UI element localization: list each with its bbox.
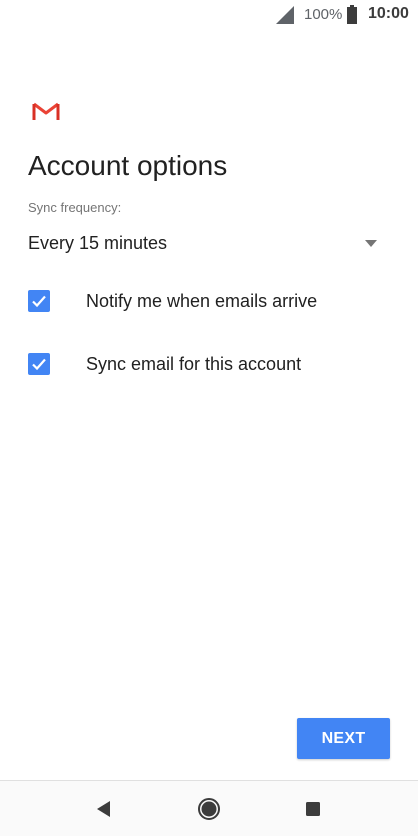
sync-email-option-row[interactable]: Sync email for this account <box>28 350 380 380</box>
nav-bar <box>0 781 418 836</box>
gmail-logo-icon <box>32 102 60 120</box>
sync-email-checkbox[interactable] <box>28 353 50 375</box>
notify-label: Notify me when emails arrive <box>86 291 318 311</box>
signal-icon <box>276 6 294 24</box>
sync-frequency-select[interactable]: Every 15 minutes <box>28 230 380 258</box>
checkmark-icon <box>32 295 46 308</box>
sync-frequency-value: Every 15 minutes <box>28 233 168 253</box>
home-icon[interactable] <box>194 794 224 824</box>
notify-checkbox[interactable] <box>28 290 50 312</box>
status-bar: 100% 10:00 <box>0 0 418 30</box>
page-title: Account options <box>28 150 228 181</box>
next-button[interactable]: NEXT <box>297 718 390 759</box>
checkmark-icon <box>32 358 46 371</box>
screen: 100% 10:00 Account options Sync frequenc… <box>0 0 418 836</box>
clock: 10:00 <box>368 5 409 22</box>
battery-percent: 100% <box>304 6 343 23</box>
sync-frequency-label: Sync frequency: <box>28 200 122 215</box>
recents-icon[interactable] <box>298 794 328 824</box>
battery-icon <box>347 5 357 24</box>
back-icon[interactable] <box>89 794 119 824</box>
sync-email-label: Sync email for this account <box>86 354 302 374</box>
notify-option-row[interactable]: Notify me when emails arrive <box>28 287 380 317</box>
dropdown-arrow-icon <box>365 240 377 247</box>
